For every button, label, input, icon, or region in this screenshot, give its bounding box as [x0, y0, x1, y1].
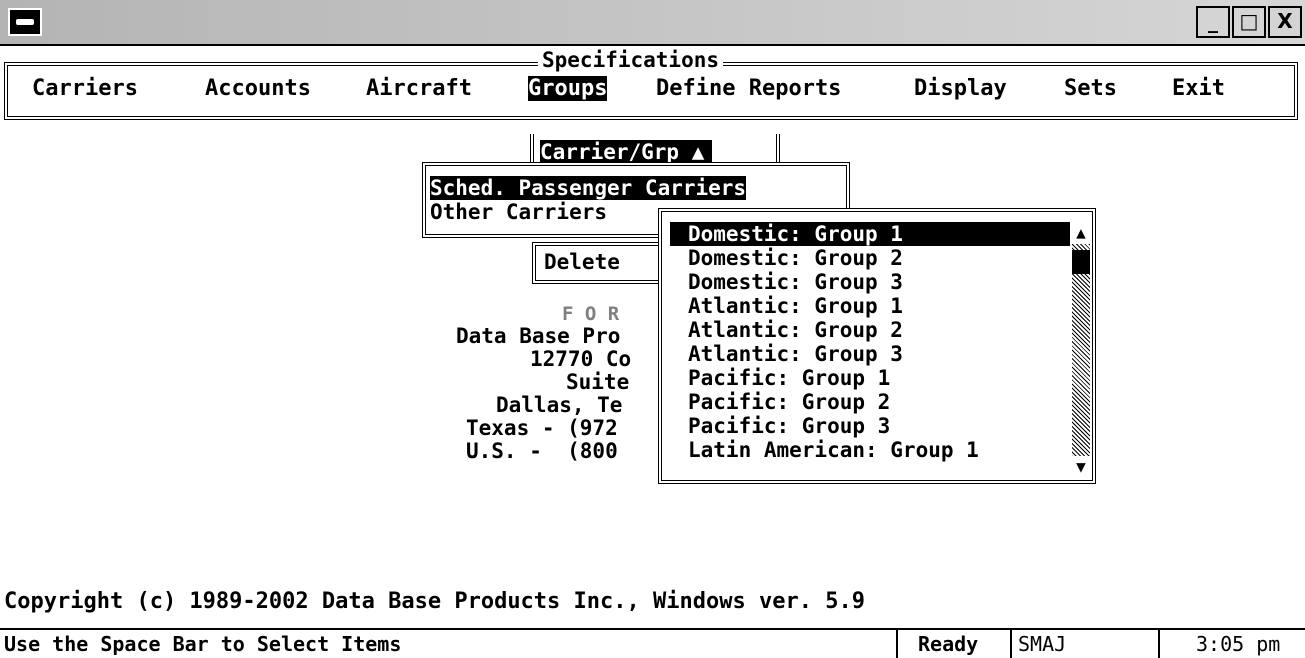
menu-item-carriers[interactable]: Carriers — [32, 76, 138, 101]
copyright: Copyright (c) 1989-2002 Data Base Produc… — [4, 589, 865, 614]
group-list-item[interactable]: Domestic: Group 2 — [688, 246, 979, 270]
group-list-item[interactable]: Domestic: Group 1 — [688, 222, 979, 246]
status-separator — [1010, 628, 1012, 658]
delete-label[interactable]: Delete — [544, 250, 620, 274]
carrier-type-selected[interactable]: Sched. Passenger Carriers — [430, 176, 747, 200]
close-button[interactable]: X — [1268, 6, 1302, 38]
status-hint: Use the Space Bar to Select Items — [4, 632, 402, 656]
menu-item-accounts[interactable]: Accounts — [205, 76, 311, 101]
scroll-down-arrow-icon[interactable]: ▼ — [1072, 456, 1090, 478]
group-list-item[interactable]: Atlantic: Group 3 — [688, 342, 979, 366]
minimize-button[interactable]: _ — [1196, 6, 1230, 38]
info-line-city: Dallas, Te — [496, 393, 623, 417]
carrier-grp-label: Carrier/Grp — [540, 140, 680, 164]
title-bar — [0, 0, 1305, 46]
group-list: Domestic: Group 1 Domestic: Group 2 Domest… — [688, 222, 979, 462]
group-list-item[interactable]: Pacific: Group 2 — [688, 390, 979, 414]
info-line-suite: Suite — [566, 370, 630, 394]
carrier-type-other[interactable]: Other Carriers — [430, 200, 607, 224]
submenu-item-carrier-grp[interactable]: Carrier/Grp ▲ — [540, 140, 713, 164]
menu-item-sets[interactable]: Sets — [1064, 76, 1117, 101]
info-line-street: 12770 Co — [530, 347, 632, 371]
group-list-item[interactable]: Atlantic: Group 2 — [688, 318, 979, 342]
info-line-company: Data Base Pro — [456, 324, 621, 348]
status-separator — [896, 628, 898, 658]
status-time: 3:05 pm — [1196, 632, 1281, 656]
menu-item-define-reports[interactable]: Define Reports — [656, 76, 841, 101]
app-icon[interactable] — [8, 8, 42, 36]
menu-item-display[interactable]: Display — [914, 76, 1007, 101]
group-list-item[interactable]: Pacific: Group 1 — [688, 366, 979, 390]
info-line-texas-phone: Texas - (972 — [466, 416, 618, 440]
menu-title: Specifications — [538, 48, 724, 72]
group-list-item[interactable]: Domestic: Group 3 — [688, 270, 979, 294]
group-list-item[interactable]: Pacific: Group 3 — [688, 414, 979, 438]
menu-item-aircraft[interactable]: Aircraft — [366, 76, 472, 101]
status-separator — [1158, 628, 1160, 658]
menu-item-groups[interactable]: Groups — [528, 76, 608, 101]
info-line-for: F O R — [562, 303, 620, 325]
menu-item-exit[interactable]: Exit — [1172, 76, 1225, 101]
scroll-up-arrow-icon[interactable]: ▲ — [1072, 222, 1090, 244]
info-line-us-phone: U.S. - (800 — [466, 439, 618, 463]
scroll-thumb[interactable] — [1072, 250, 1090, 274]
group-list-item[interactable]: Latin American: Group 1 — [688, 438, 979, 462]
status-state: Ready — [918, 632, 979, 656]
group-list-item[interactable]: Atlantic: Group 1 — [688, 294, 979, 318]
maximize-button[interactable]: □ — [1232, 6, 1266, 38]
status-user: SMAJ — [1018, 632, 1067, 656]
